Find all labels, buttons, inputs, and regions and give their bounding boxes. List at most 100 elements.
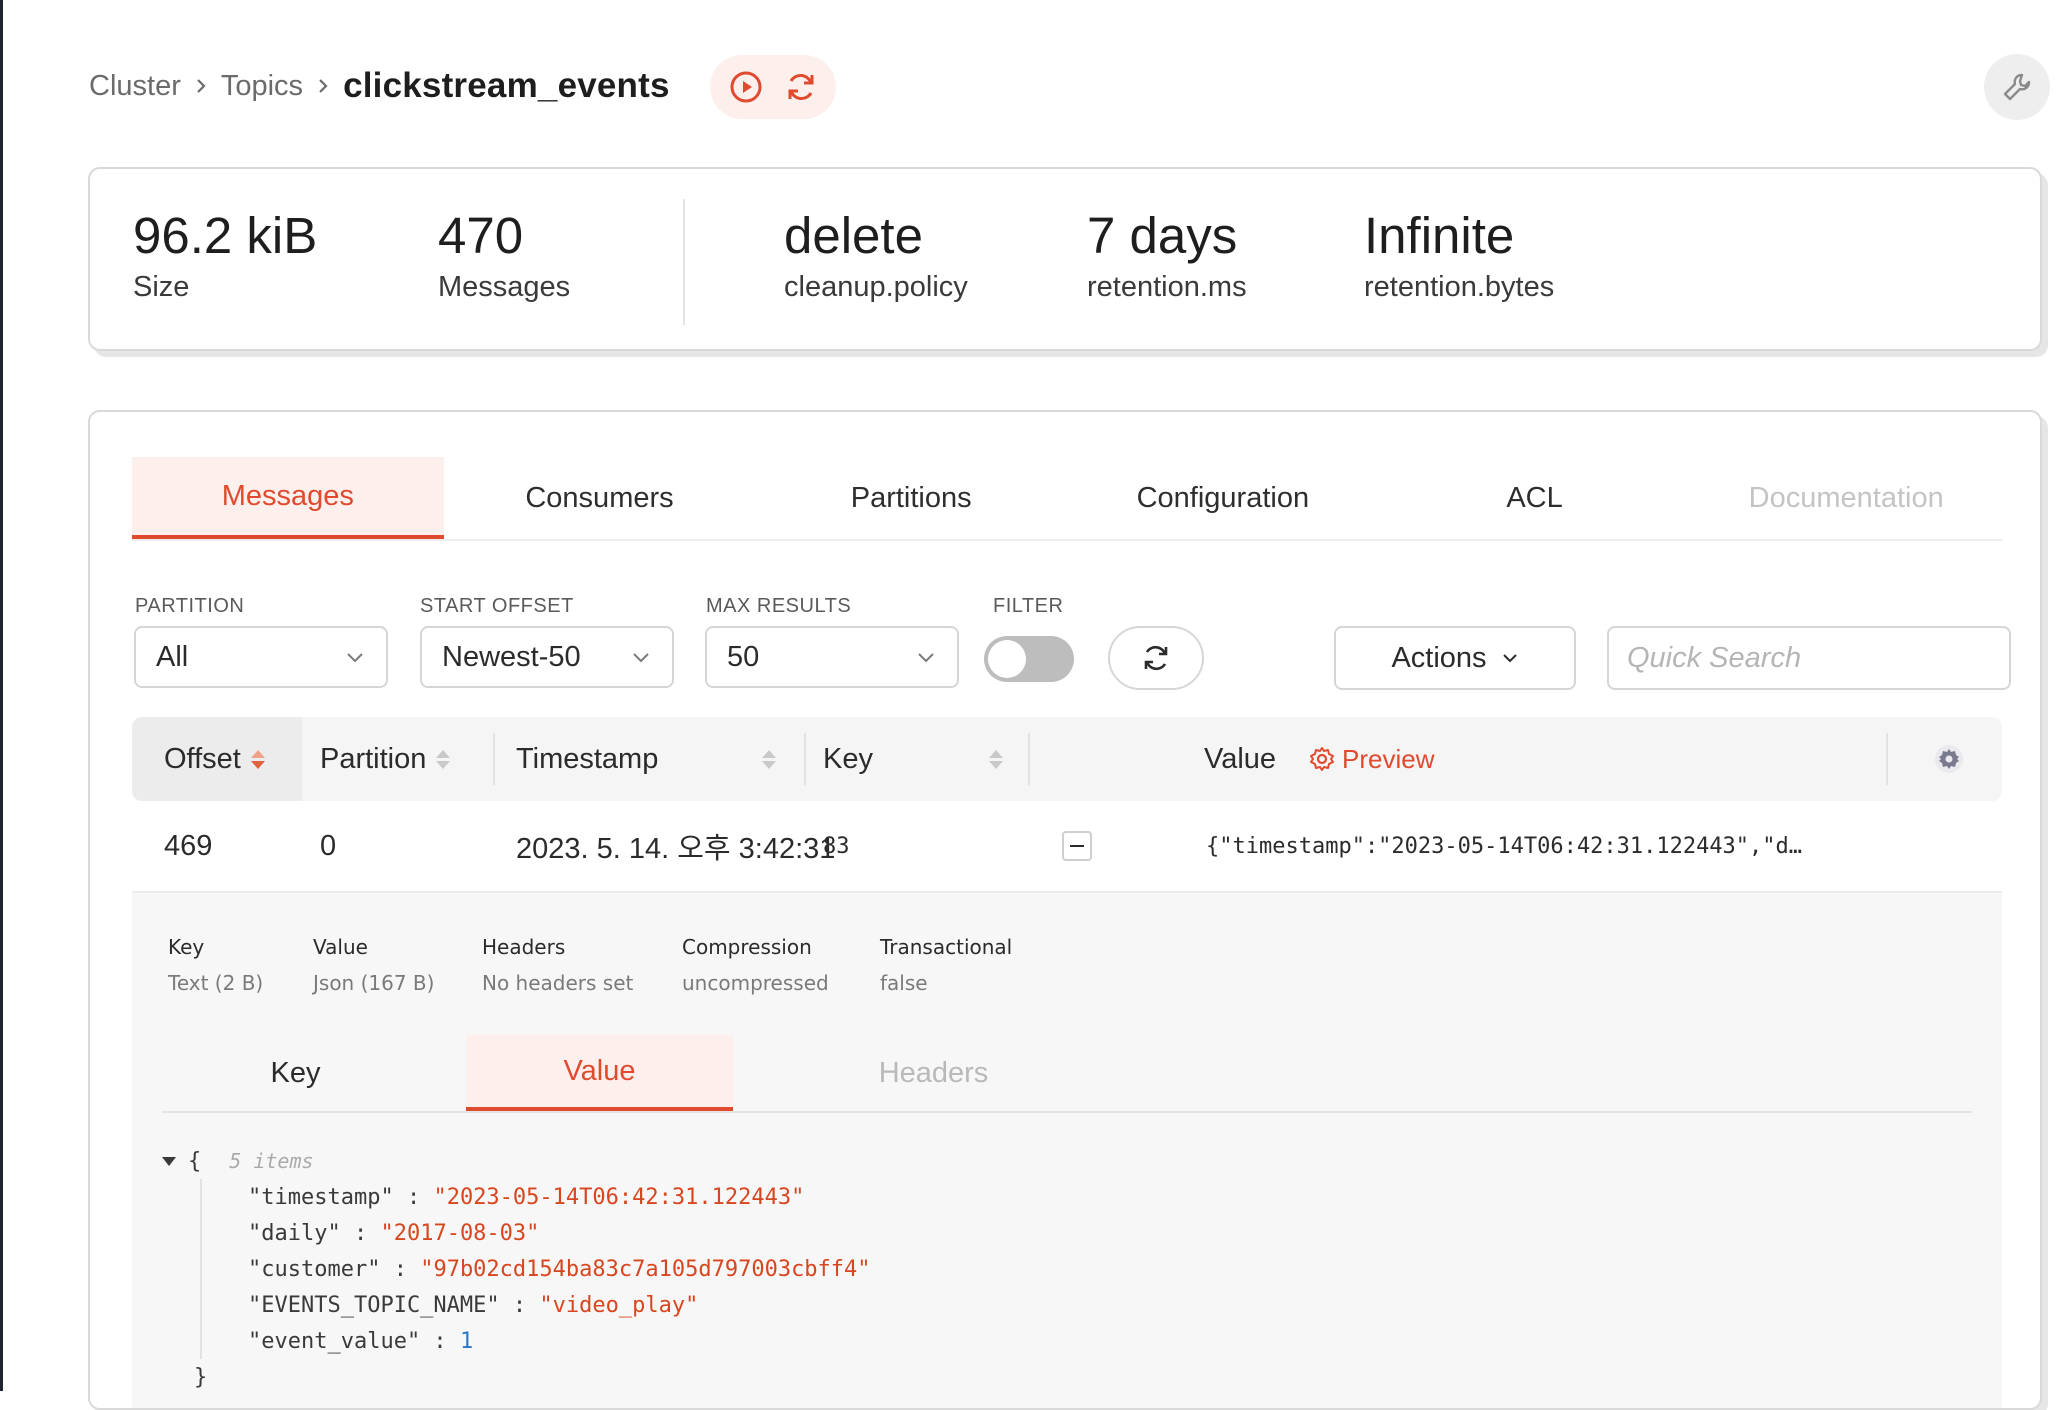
meta-label: Key	[168, 935, 205, 959]
topic-stats-card: 96.2 kiB Size 470 Messages delete cleanu…	[88, 167, 2042, 351]
chevron-down-icon	[918, 653, 934, 663]
meta-label: Headers	[482, 935, 566, 959]
actions-button[interactable]: Actions	[1334, 626, 1576, 690]
chevron-down-icon	[1502, 654, 1517, 663]
meta-label: Transactional	[880, 935, 1013, 959]
stat-retention-ms: 7 days retention.ms	[1087, 207, 1247, 304]
column-label: Offset	[164, 742, 241, 775]
json-key: "timestamp"	[248, 1184, 394, 1210]
column-label: Value	[1204, 742, 1277, 775]
breadcrumb: Cluster Topics clickstream_events	[89, 58, 670, 114]
refresh-icon[interactable]	[781, 67, 821, 107]
max-results-value: 50	[727, 640, 760, 673]
column-label: Partition	[320, 742, 427, 775]
json-entry: "event_value" : 1	[248, 1328, 474, 1354]
column-timestamp[interactable]: Timestamp	[516, 717, 776, 801]
tab-documentation: Documentation	[1748, 481, 1944, 514]
toggle-knob	[988, 640, 1026, 678]
json-close-line: }	[162, 1359, 871, 1395]
messages-table-header: Offset Partition Timestamp Key Value Pre…	[132, 717, 2002, 801]
max-results-select[interactable]: 50	[705, 626, 959, 688]
stats-divider	[683, 199, 685, 325]
json-item-count: 5 items	[229, 1149, 314, 1173]
wrench-icon[interactable]	[1984, 54, 2050, 120]
stat-value: delete	[784, 207, 923, 264]
column-divider	[1886, 733, 1888, 785]
column-offset[interactable]: Offset	[132, 717, 302, 801]
column-value: Value Preview	[1204, 717, 1435, 801]
preview-label: Preview	[1342, 743, 1435, 774]
minus-icon	[1062, 831, 1092, 861]
play-circle-icon[interactable]	[726, 67, 766, 107]
quick-search-input[interactable]	[1607, 626, 2011, 690]
topic-tabs: Messages Consumers Partitions Configurat…	[132, 457, 2002, 541]
meta-value-type: Value Json (167 B)	[313, 935, 434, 995]
cell-value: {"timestamp":"2023-05-14T06:42:31.122443…	[1206, 833, 1803, 859]
message-content-tabs: Key Value Headers	[162, 1035, 1972, 1113]
page-title: clickstream_events	[343, 66, 670, 105]
stat-retention-bytes: Infinite retention.bytes	[1364, 207, 1554, 304]
column-divider	[1028, 733, 1030, 785]
stat-size: 96.2 kiB Size	[133, 207, 317, 304]
tab-configuration[interactable]: Configuration	[1067, 457, 1379, 539]
gear-icon	[1935, 745, 1963, 773]
cell-key: 83	[823, 833, 850, 859]
subtab-key[interactable]: Key	[162, 1035, 429, 1111]
stat-label: retention.bytes	[1364, 271, 1555, 303]
subtab-headers: Headers	[878, 1056, 989, 1089]
tab-messages[interactable]: Messages	[132, 457, 444, 539]
table-row[interactable]: 469 0 2023. 5. 14. 오후 3:42:31 83 {"times…	[132, 801, 2002, 893]
column-divider	[493, 733, 495, 785]
refresh-icon	[1144, 645, 1168, 671]
cell-partition: 0	[320, 829, 337, 862]
stat-value: 7 days	[1087, 207, 1238, 264]
subtab-value[interactable]: Value	[466, 1035, 733, 1111]
tab-acl[interactable]: ACL	[1379, 457, 1691, 539]
json-entry: "daily" : "2017-08-03"	[248, 1220, 540, 1246]
meta-label: Compression	[682, 935, 812, 959]
collapse-row-button[interactable]	[1062, 801, 1092, 891]
json-brace: }	[194, 1364, 208, 1390]
start-offset-select[interactable]: Newest-50	[420, 626, 674, 688]
max-results-label: MAX RESULTS	[706, 595, 852, 617]
stat-value: 96.2 kiB	[133, 207, 318, 264]
topic-actions	[710, 55, 836, 119]
json-entry: "timestamp" : "2023-05-14T06:42:31.12244…	[248, 1184, 805, 1210]
filter-toggle[interactable]	[984, 636, 1074, 682]
column-divider	[804, 733, 806, 785]
json-key: "customer"	[248, 1256, 381, 1282]
cell-offset: 469	[164, 829, 213, 862]
column-partition[interactable]: Partition	[320, 717, 451, 801]
meta-transactional: Transactional false	[880, 935, 1012, 995]
column-settings-button[interactable]	[1932, 717, 1966, 801]
tab-consumers[interactable]: Consumers	[444, 457, 756, 539]
json-key: "EVENTS_TOPIC_NAME"	[248, 1292, 500, 1318]
stat-label: cleanup.policy	[784, 271, 968, 303]
partition-select[interactable]: All	[134, 626, 388, 688]
preview-button[interactable]: Preview	[1308, 743, 1435, 775]
tab-partitions[interactable]: Partitions	[755, 457, 1067, 539]
stat-cleanup-policy: delete cleanup.policy	[784, 207, 968, 304]
json-value: 1	[459, 1328, 474, 1354]
sort-icon	[436, 749, 451, 769]
json-viewer: { 5 items "timestamp" : "2023-05-14T06:4…	[162, 1143, 871, 1395]
topic-detail-card: Messages Consumers Partitions Configurat…	[88, 410, 2042, 1410]
column-key[interactable]: Key	[823, 717, 1003, 801]
collapse-caret-icon[interactable]	[162, 1156, 176, 1166]
message-detail-panel: Key Text (2 B) Value Json (167 B) Header…	[132, 893, 2002, 1408]
json-value: "97b02cd154ba83c7a105d797003cbff4"	[420, 1256, 871, 1282]
meta-compression: Compression uncompressed	[682, 935, 829, 995]
refresh-messages-button[interactable]	[1108, 626, 1204, 690]
column-label: Timestamp	[516, 742, 659, 775]
stat-label: Messages	[438, 271, 571, 303]
start-offset-value: Newest-50	[442, 640, 581, 673]
json-value: "video_play"	[539, 1292, 699, 1318]
breadcrumb-topics[interactable]: Topics	[221, 70, 303, 103]
breadcrumb-cluster[interactable]: Cluster	[89, 70, 181, 103]
json-open-line: { 5 items	[162, 1143, 871, 1179]
sort-icon	[762, 749, 776, 769]
meta-value: Json (167 B)	[313, 971, 435, 995]
gear-icon	[1310, 747, 1335, 771]
sort-icon	[250, 749, 265, 769]
json-key: "daily"	[248, 1220, 341, 1246]
